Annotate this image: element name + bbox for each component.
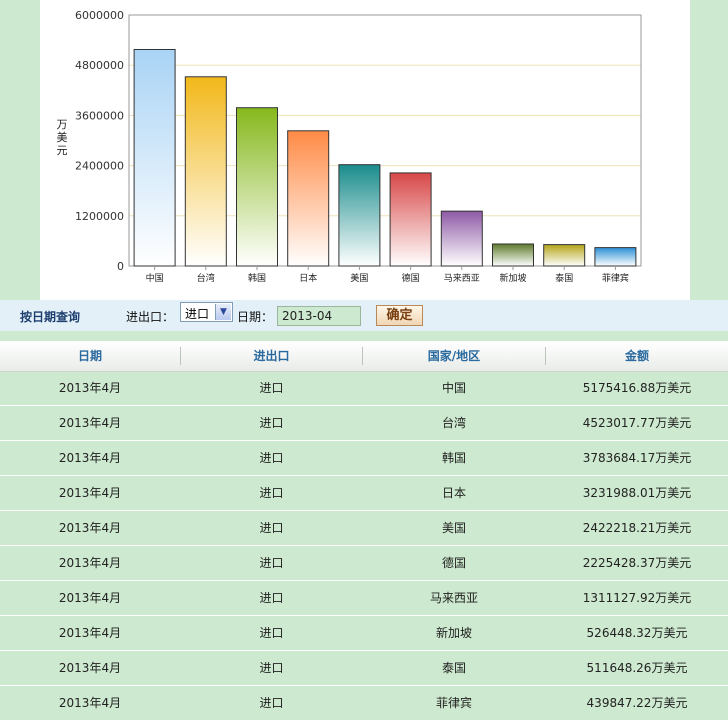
chart-panel: 0 1200000 2400000 3600000 4800000 6000000 万美元中…	[40, 0, 690, 300]
x-tick-label: 台湾	[197, 272, 215, 284]
table-row: 2013年4月 进口 马来西亚 1311127.92万美元	[0, 581, 728, 616]
table-row: 2013年4月 进口 中国 5175416.88万美元	[0, 371, 728, 406]
cell-amount: 1311127.92万美元	[582, 591, 692, 605]
x-tick-label: 马来西亚	[444, 273, 480, 284]
confirm-button[interactable]: 确定	[376, 305, 423, 326]
cell-date: 2013年4月	[58, 521, 122, 535]
cell-amount: 3231988.01万美元	[582, 486, 692, 500]
bar	[389, 172, 432, 267]
bar	[133, 48, 176, 267]
bar	[184, 76, 227, 267]
cell-import-export: 进口	[259, 416, 284, 430]
cell-country: 菲律宾	[435, 696, 472, 710]
cell-country: 日本	[441, 486, 466, 500]
table-row: 2013年4月 进口 新加坡 526448.32万美元	[0, 616, 728, 651]
cell-amount: 511648.26万美元	[586, 661, 688, 675]
cell-import-export: 进口	[259, 696, 284, 710]
y-tick-label: 2400000	[75, 160, 124, 173]
date-field[interactable]: 2013-04	[277, 306, 361, 326]
x-tick-label: 新加坡	[499, 272, 526, 284]
table-row: 2013年4月 进口 菲律宾 439847.22万美元	[0, 686, 728, 721]
bar	[338, 164, 381, 267]
table-row: 2013年4月 进口 台湾 4523017.77万美元	[0, 406, 728, 441]
bar	[236, 107, 278, 267]
bar-chart: 0 1200000 2400000 3600000 4800000 6000000 万美元中…	[57, 9, 642, 284]
cell-country: 新加坡	[435, 626, 472, 640]
y-tick-label: 1200000	[75, 210, 124, 223]
bar	[440, 210, 483, 267]
cell-date: 2013年4月	[58, 556, 122, 570]
cell-country: 中国	[441, 381, 466, 395]
header-date: 日期	[77, 349, 102, 363]
cell-import-export: 进口	[259, 626, 284, 640]
x-tick-label: 日本	[299, 272, 317, 284]
cell-amount: 526448.32万美元	[586, 626, 688, 640]
import-export-select[interactable]: 进口 ▼	[180, 302, 233, 322]
cell-date: 2013年4月	[58, 626, 122, 640]
query-bar: 按日期查询 进出口： 日期：	[0, 300, 728, 331]
chevron-down-icon[interactable]: ▼	[215, 304, 231, 320]
header-amount: 金额	[624, 349, 649, 363]
y-tick-label: 3600000	[75, 109, 124, 122]
y-tick-label: 0	[117, 260, 124, 273]
x-tick-label: 韩国	[248, 272, 266, 284]
cell-country: 泰国	[441, 661, 466, 675]
y-tick-label: 4800000	[75, 59, 124, 72]
cell-import-export: 进口	[259, 556, 284, 570]
table-row: 2013年4月 进口 日本 3231988.01万美元	[0, 476, 728, 511]
x-tick-label: 美国	[350, 272, 368, 284]
cell-import-export: 进口	[259, 451, 284, 465]
x-tick-label: 德国	[402, 272, 420, 284]
cell-amount: 4523017.77万美元	[582, 416, 692, 430]
cell-import-export: 进口	[259, 591, 284, 605]
table-row: 2013年4月 进口 泰国 511648.26万美元	[0, 651, 728, 686]
table-row: 2013年4月 进口 美国 2422218.21万美元	[0, 511, 728, 546]
x-tick-label: 中国	[146, 272, 164, 284]
cell-country: 美国	[441, 521, 466, 535]
io-label: 进出口：	[126, 310, 175, 324]
cell-amount: 439847.22万美元	[586, 696, 688, 710]
bar	[594, 247, 637, 267]
cell-import-export: 进口	[259, 486, 284, 500]
bar	[543, 244, 586, 267]
cell-date: 2013年4月	[58, 661, 122, 675]
cell-date: 2013年4月	[58, 486, 122, 500]
cell-date: 2013年4月	[58, 416, 122, 430]
cell-amount: 2225428.37万美元	[582, 556, 692, 570]
cell-amount: 5175416.88万美元	[582, 381, 692, 395]
y-axis-label: 万美元	[57, 118, 68, 157]
bar	[287, 130, 330, 267]
date-label: 日期：	[237, 310, 274, 324]
x-tick-label: 菲律宾	[602, 272, 629, 284]
cell-country: 德国	[441, 556, 466, 570]
cell-import-export: 进口	[259, 521, 284, 535]
cell-import-export: 进口	[259, 661, 284, 675]
cell-amount: 2422218.21万美元	[582, 521, 692, 535]
cell-date: 2013年4月	[58, 381, 122, 395]
cell-country: 韩国	[441, 451, 466, 465]
header-country-region: 国家/地区	[427, 349, 481, 363]
cell-import-export: 进口	[259, 381, 284, 395]
table-body: 2013年4月 进口 中国 5175416.88万美元 2013年4月 进口 台…	[0, 371, 728, 721]
cell-date: 2013年4月	[58, 696, 122, 710]
cell-date: 2013年4月	[58, 451, 122, 465]
x-tick-label: 泰国	[555, 272, 573, 284]
header-import-export: 进出口	[253, 349, 290, 363]
cell-amount: 3783684.17万美元	[582, 451, 692, 465]
cell-country: 台湾	[441, 416, 466, 430]
cell-date: 2013年4月	[58, 591, 122, 605]
y-tick-label: 6000000	[75, 9, 124, 22]
table-header: 日期 进出口 国家/地区 金额	[0, 341, 728, 372]
io-select-value: 进口	[185, 307, 210, 321]
table-row: 2013年4月 进口 韩国 3783684.17万美元	[0, 441, 728, 476]
bar	[492, 243, 534, 267]
table-row: 2013年4月 进口 德国 2225428.37万美元	[0, 546, 728, 581]
cell-country: 马来西亚	[429, 591, 478, 605]
query-title: 按日期查询	[20, 310, 81, 324]
